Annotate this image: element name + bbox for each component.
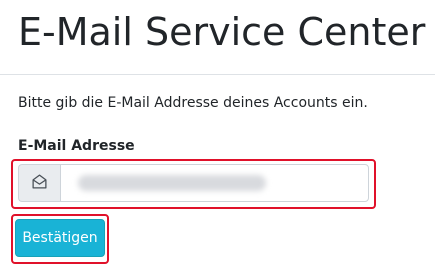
submit-button[interactable]: Bestätigen — [15, 219, 105, 257]
intro-text: Bitte gib die E-Mail Addresse deines Acc… — [18, 95, 368, 111]
envelope-open-icon — [31, 173, 48, 194]
header-divider — [0, 74, 435, 75]
email-addon — [18, 164, 60, 202]
email-input[interactable] — [60, 164, 369, 202]
email-input-group — [18, 164, 369, 202]
page-title: E-Mail Service Center — [18, 10, 426, 54]
email-field-wrapper — [60, 164, 369, 202]
email-label: E-Mail Adresse — [18, 138, 135, 154]
